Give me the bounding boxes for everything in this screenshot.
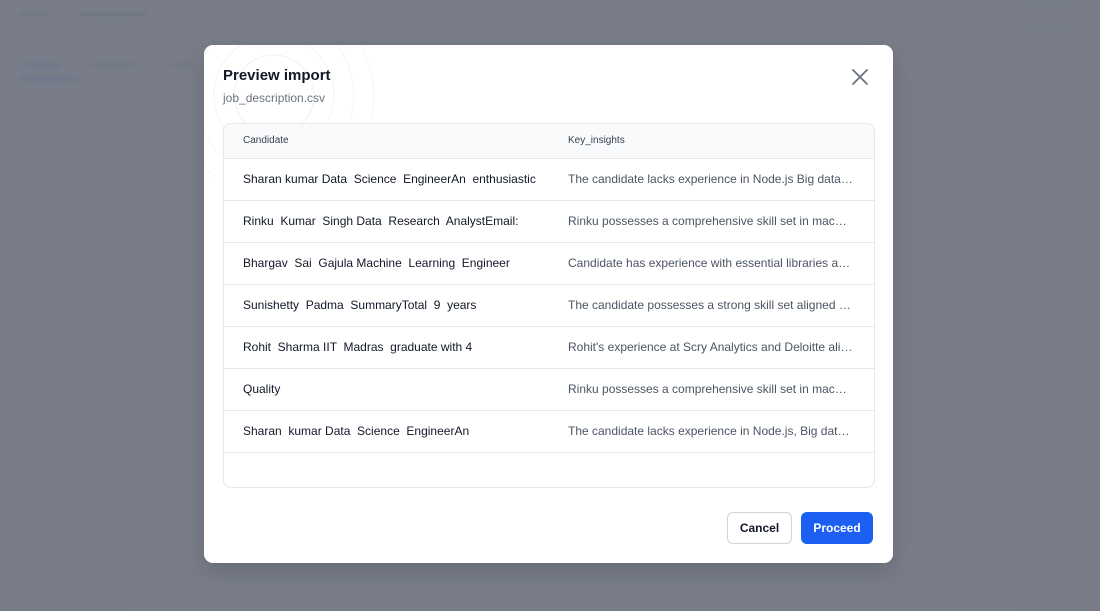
candidate-cell: Quality [243,382,281,396]
table-header: Candidate Key_insights [224,124,874,159]
table-row[interactable]: Quality Rinku possesses a comprehensive … [224,369,874,411]
table-row[interactable]: Rohit Sharma IIT Madras graduate with 4 … [224,327,874,369]
column-header-candidate: Candidate [243,135,289,146]
preview-table: Candidate Key_insights Sharan kumar Data… [223,123,875,488]
candidate-cell: Bhargav Sai Gajula Machine Learning Engi… [243,256,510,270]
modal-title: Preview import [223,67,331,84]
insight-cell: The candidate lacks experience in Node.j… [568,172,853,186]
insight-cell: Rohit's experience at Scry Analytics and… [568,340,853,354]
table-row[interactable]: Sunishetty Padma SummaryTotal 9 years Th… [224,285,874,327]
table-row[interactable]: Bhargav Sai Gajula Machine Learning Engi… [224,243,874,285]
table-row[interactable]: Sharan kumar Data Science EngineerAn The… [224,411,874,453]
column-header-key-insights: Key_insights [568,135,625,146]
insight-cell: Rinku possesses a comprehensive skill se… [568,382,853,396]
candidate-cell: Rinku Kumar Singh Data Research AnalystE… [243,214,519,228]
insight-cell: Rinku possesses a comprehensive skill se… [568,214,853,228]
file-name: job_description.csv [223,91,326,105]
candidate-cell: Sunishetty Padma SummaryTotal 9 years [243,298,477,312]
candidate-cell: Sharan kumar Data Science EngineerAn [243,424,470,438]
candidate-cell: Rohit Sharma IIT Madras graduate with 4 [243,340,473,354]
insight-cell: Candidate has experience with essential … [568,256,852,270]
preview-import-modal: Preview import job_description.csv Candi… [204,45,893,563]
close-icon [852,69,868,85]
insight-cell: The candidate lacks experience in Node.j… [568,424,853,438]
candidate-cell: Sharan kumar Data Science EngineerAn ent… [243,172,536,186]
table-row[interactable]: Rinku Kumar Singh Data Research AnalystE… [224,201,874,243]
table-row[interactable]: Sharan kumar Data Science EngineerAn ent… [224,159,874,201]
close-button[interactable] [848,65,872,89]
cancel-button[interactable]: Cancel [727,512,792,544]
proceed-button[interactable]: Proceed [801,512,873,544]
insight-cell: The candidate possesses a strong skill s… [568,298,853,312]
